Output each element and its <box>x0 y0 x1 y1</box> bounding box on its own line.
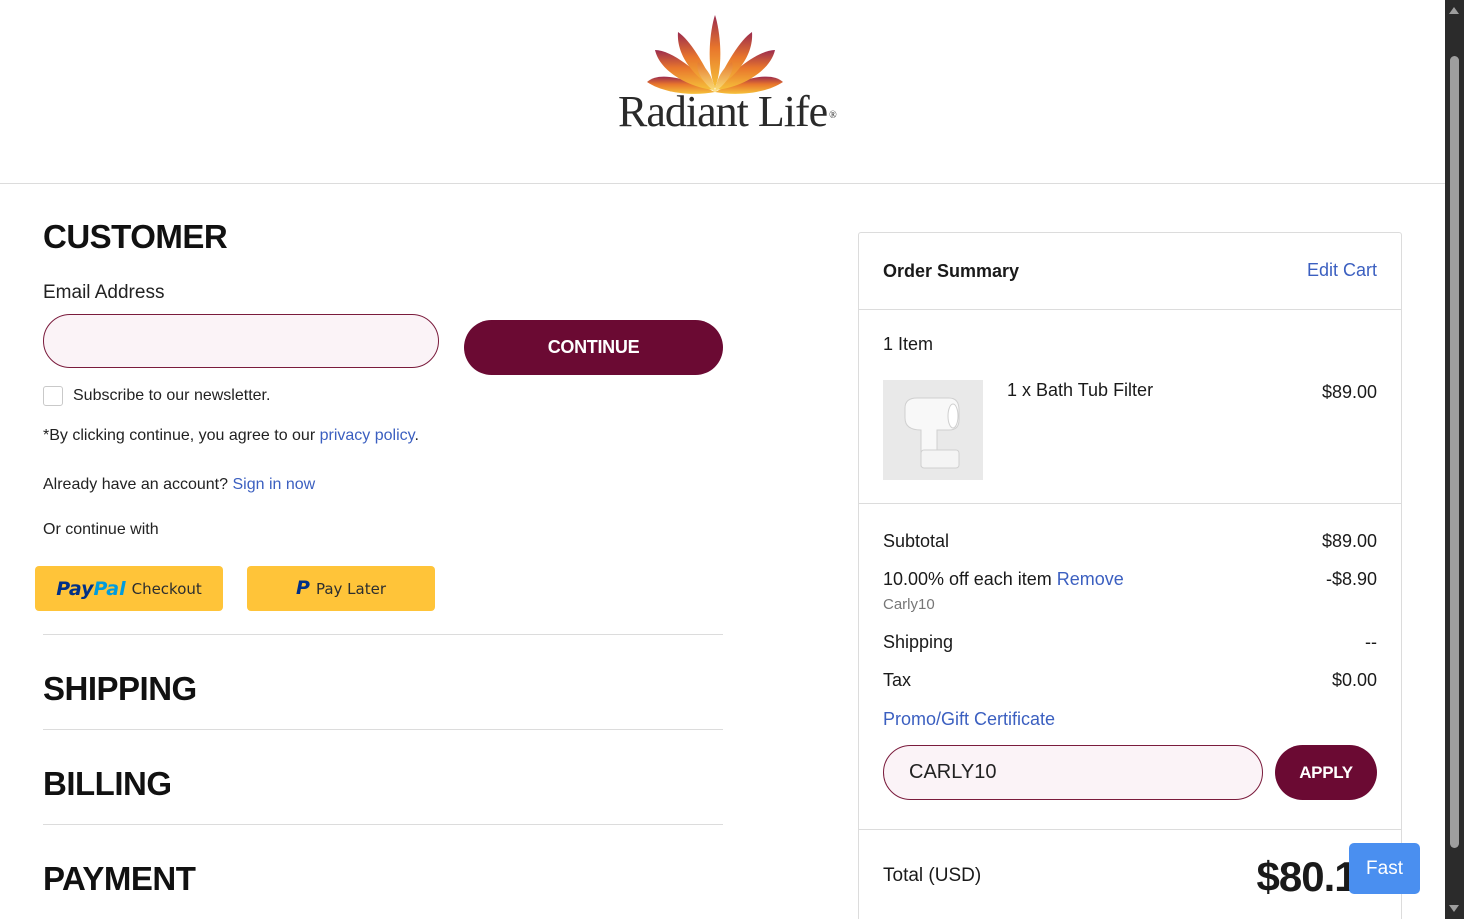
account-text: Already have an account? Sign in now <box>43 476 315 494</box>
tax-label: Tax <box>883 670 912 690</box>
shipping-value: -- <box>1365 632 1377 652</box>
apply-button[interactable]: APPLY <box>1275 745 1377 800</box>
newsletter-checkbox[interactable] <box>43 386 63 406</box>
divider <box>43 824 723 825</box>
paypal-logo-pay: Pay <box>56 577 94 600</box>
newsletter-label: Subscribe to our newsletter. <box>73 387 271 404</box>
scroll-down-icon[interactable] <box>1449 905 1459 912</box>
discount-code: Carly10 <box>883 596 935 613</box>
bath-tub-filter-image <box>883 380 983 480</box>
paypal-p-icon <box>296 577 310 599</box>
sign-in-link[interactable]: Sign in now <box>232 476 315 493</box>
paypal-logo-pal: Pal <box>93 577 126 600</box>
tax-value: $0.00 <box>1331 670 1377 690</box>
discount-value: -$8.90 <box>1325 569 1377 589</box>
pay-later-label: Pay Later <box>315 579 387 598</box>
remove-discount-link[interactable]: Remove <box>1057 569 1124 589</box>
scroll-thumb[interactable] <box>1450 56 1459 848</box>
product-icon <box>883 380 983 480</box>
paypal-checkout-button[interactable]: PayPal Checkout <box>35 566 223 611</box>
promo-code-input[interactable] <box>883 745 1263 800</box>
continue-button[interactable]: CONTINUE <box>464 320 723 375</box>
divider <box>43 729 723 730</box>
summary-divider <box>859 829 1401 830</box>
billing-title[interactable]: BILLING <box>43 765 172 803</box>
paypal-checkout-label: Checkout <box>131 579 202 598</box>
payment-title[interactable]: PAYMENT <box>43 860 196 898</box>
terms-suffix: . <box>414 427 419 444</box>
email-field[interactable] <box>43 314 439 368</box>
brand-name-text: Radiant Life <box>618 87 828 136</box>
paypal-logo: PayPal <box>56 578 125 600</box>
order-summary-title: Order Summary <box>883 261 1020 281</box>
item-name: 1 x Bath Tub Filter <box>1007 380 1154 400</box>
item-count: 1 Item <box>883 334 934 354</box>
terms-prefix: *By clicking continue, you agree to our <box>43 427 320 444</box>
total-label: Total (USD) <box>883 865 982 886</box>
summary-divider <box>859 309 1401 310</box>
edit-cart-link[interactable]: Edit Cart <box>1307 260 1377 281</box>
or-continue-text: Or continue with <box>43 521 159 538</box>
customer-title: CUSTOMER <box>43 218 228 255</box>
order-summary-panel: Order Summary Edit Cart 1 Item 1 x Bath … <box>858 232 1402 919</box>
shipping-title[interactable]: SHIPPING <box>43 670 197 708</box>
paypal-pay-later-button[interactable]: Pay Later <box>247 566 435 611</box>
brand-name: Radiant Life ® <box>618 86 837 137</box>
summary-divider <box>859 503 1401 504</box>
site-header: Radiant Life ® <box>0 0 1445 184</box>
account-prefix: Already have an account? <box>43 476 233 493</box>
fast-checkout-button[interactable]: Fast <box>1349 843 1420 894</box>
shipping-label: Shipping <box>883 632 954 652</box>
email-label: Email Address <box>43 282 165 303</box>
divider <box>43 634 723 635</box>
scroll-up-icon[interactable] <box>1449 7 1459 14</box>
scrollbar[interactable] <box>1445 0 1464 919</box>
privacy-policy-link[interactable]: privacy policy <box>320 427 415 444</box>
discount-label: 10.00% off each item <box>883 569 1052 589</box>
discount-row: 10.00% off each item Remove <box>883 569 1124 590</box>
item-price: $89.00 <box>1321 382 1377 402</box>
promo-toggle-link[interactable]: Promo/Gift Certificate <box>883 709 1055 730</box>
terms-text: *By clicking continue, you agree to our … <box>43 427 419 445</box>
subtotal-label: Subtotal <box>883 531 950 551</box>
brand-registered-mark: ® <box>829 110 837 122</box>
subtotal-value: $89.00 <box>1321 531 1377 551</box>
